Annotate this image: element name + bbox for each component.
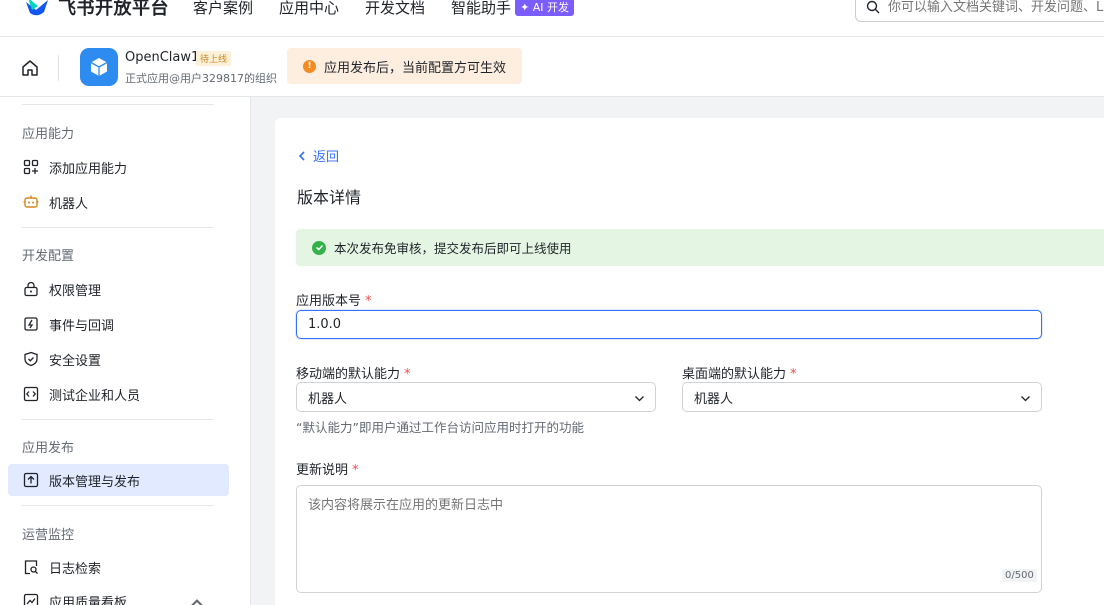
sidebar-item-label: 日志检索 <box>49 561 102 577</box>
divider <box>22 104 214 105</box>
lock-icon <box>24 281 38 297</box>
search-icon <box>866 0 880 14</box>
app-name: OpenClaw1 <box>125 50 200 65</box>
sidebar-item-label: 测试企业和人员 <box>49 388 141 404</box>
platform-logo[interactable]: 飞书开放平台 <box>24 0 169 20</box>
chevron-up-icon[interactable] <box>189 595 205 605</box>
sidebar-item-label: 版本管理与发布 <box>49 474 141 490</box>
publish-notice: ! 应用发布后，当前配置方可生效 <box>287 48 522 84</box>
version-label-text: 应用版本号 <box>296 294 362 309</box>
divider <box>22 227 214 228</box>
nav-customer-cases[interactable]: 客户案例 <box>193 0 253 18</box>
sidebar-group-app-capability: 应用能力 <box>22 127 75 142</box>
required-mark: * <box>352 463 359 478</box>
char-counter: 0/500 <box>1002 569 1037 582</box>
success-text: 本次发布免审核，提交发布后即可上线使用 <box>334 241 572 256</box>
sidebar-item-security[interactable]: 安全设置 <box>8 343 229 375</box>
release-notes-textarea[interactable] <box>296 485 1042 593</box>
nav-smart-assistant[interactable]: 智能助手 <box>451 0 511 18</box>
sidebar-group-app-release: 应用发布 <box>22 441 75 456</box>
sidebar-item-label: 权限管理 <box>49 283 102 299</box>
mobile-selected-value: 机器人 <box>308 391 348 407</box>
logo-text: 飞书开放平台 <box>58 0 169 19</box>
nav-dev-docs[interactable]: 开发文档 <box>365 0 425 18</box>
mobile-capability-select[interactable]: 机器人 <box>296 382 656 412</box>
feishu-logo-icon <box>26 0 48 16</box>
desktop-selected-value: 机器人 <box>694 391 734 407</box>
back-label: 返回 <box>313 150 340 165</box>
event-icon <box>24 317 38 331</box>
sidebar-item-label: 应用质量看板 <box>49 595 128 605</box>
code-icon <box>23 386 39 402</box>
divider <box>22 505 214 506</box>
check-circle-icon <box>312 240 326 255</box>
sidebar-item-version-release[interactable]: 版本管理与发布 <box>8 464 229 496</box>
app-header: OpenClaw1 待上线 正式应用@用户329817的组织 ! 应用发布后，当… <box>0 37 1104 97</box>
upload-icon <box>23 472 39 488</box>
sidebar-item-permissions[interactable]: 权限管理 <box>8 273 229 305</box>
required-mark: * <box>365 294 372 309</box>
notes-label-text: 更新说明 <box>296 463 349 478</box>
search-input[interactable] <box>888 0 1104 15</box>
sidebar-item-test-org[interactable]: 测试企业和人员 <box>8 378 229 410</box>
version-input[interactable] <box>296 310 1042 339</box>
divider <box>22 419 214 420</box>
sidebar-group-dev-config: 开发配置 <box>22 249 75 264</box>
home-icon[interactable] <box>20 58 40 78</box>
chevron-down-icon <box>1021 396 1030 402</box>
sidebar-item-add-capability[interactable]: 添加应用能力 <box>8 151 229 183</box>
divider <box>58 55 59 81</box>
desktop-capability-select[interactable]: 机器人 <box>682 382 1042 412</box>
sidebar-item-quality-dashboard[interactable]: 应用质量看板 <box>8 585 229 605</box>
desktop-capability-label: 桌面端的默认能力 * <box>682 363 797 382</box>
cube-icon <box>90 58 108 76</box>
mobile-label-text: 移动端的默认能力 <box>296 367 401 382</box>
app-subtitle: 正式应用@用户329817的组织 <box>125 72 277 85</box>
sidebar-group-ops-monitor: 运营监控 <box>22 528 75 543</box>
required-mark: * <box>790 367 797 382</box>
dashboard-icon <box>23 593 39 605</box>
success-banner: 本次发布免审核，提交发布后即可上线使用 <box>296 229 1104 266</box>
default-capability-hint: “默认能力”即用户通过工作台访问应用时打开的功能 <box>296 420 584 435</box>
ai-dev-badge[interactable]: ✦ AI 开发 <box>515 0 575 16</box>
sidebar-item-label: 添加应用能力 <box>49 161 128 177</box>
status-badge: 待上线 <box>196 51 232 66</box>
warning-icon: ! <box>303 59 316 73</box>
shield-icon <box>24 351 38 367</box>
app-avatar[interactable] <box>80 48 118 86</box>
log-search-icon <box>24 560 38 575</box>
sidebar-item-events[interactable]: 事件与回调 <box>8 308 229 340</box>
doc-search[interactable] <box>855 0 1104 22</box>
page-title: 版本详情 <box>297 188 362 207</box>
version-label: 应用版本号 * <box>296 290 372 309</box>
release-notes-label: 更新说明 * <box>296 459 359 478</box>
chevron-down-icon <box>635 396 644 402</box>
chevron-left-icon <box>298 150 305 161</box>
required-mark: * <box>404 367 411 382</box>
sidebar-item-log-search[interactable]: 日志检索 <box>8 551 229 583</box>
sidebar-item-label: 安全设置 <box>49 353 102 369</box>
sidebar-item-bot[interactable]: 机器人 <box>8 186 229 218</box>
back-link[interactable]: 返回 <box>297 146 339 165</box>
version-detail-card: 返回 版本详情 本次发布免审核，提交发布后即可上线使用 应用版本号* 移动端的默… <box>275 118 1104 605</box>
sidebar-item-label: 事件与回调 <box>49 318 115 334</box>
robot-icon <box>23 195 39 208</box>
sidebar-item-label: 机器人 <box>49 196 89 212</box>
mobile-capability-label: 移动端的默认能力 * <box>296 363 411 382</box>
nav-app-center[interactable]: 应用中心 <box>279 0 339 18</box>
desktop-label-text: 桌面端的默认能力 <box>682 367 787 382</box>
sidebar: 应用能力 添加应用能力 机器人 开发配置 权限管理 事件与回调 安全设置 测试企… <box>0 97 251 605</box>
top-navigation: 飞书开放平台 客户案例 应用中心 开发文档 智能助手 ✦ AI 开发 <box>0 0 1104 37</box>
grid-plus-icon <box>23 159 39 175</box>
notice-text: 应用发布后，当前配置方可生效 <box>324 60 507 76</box>
